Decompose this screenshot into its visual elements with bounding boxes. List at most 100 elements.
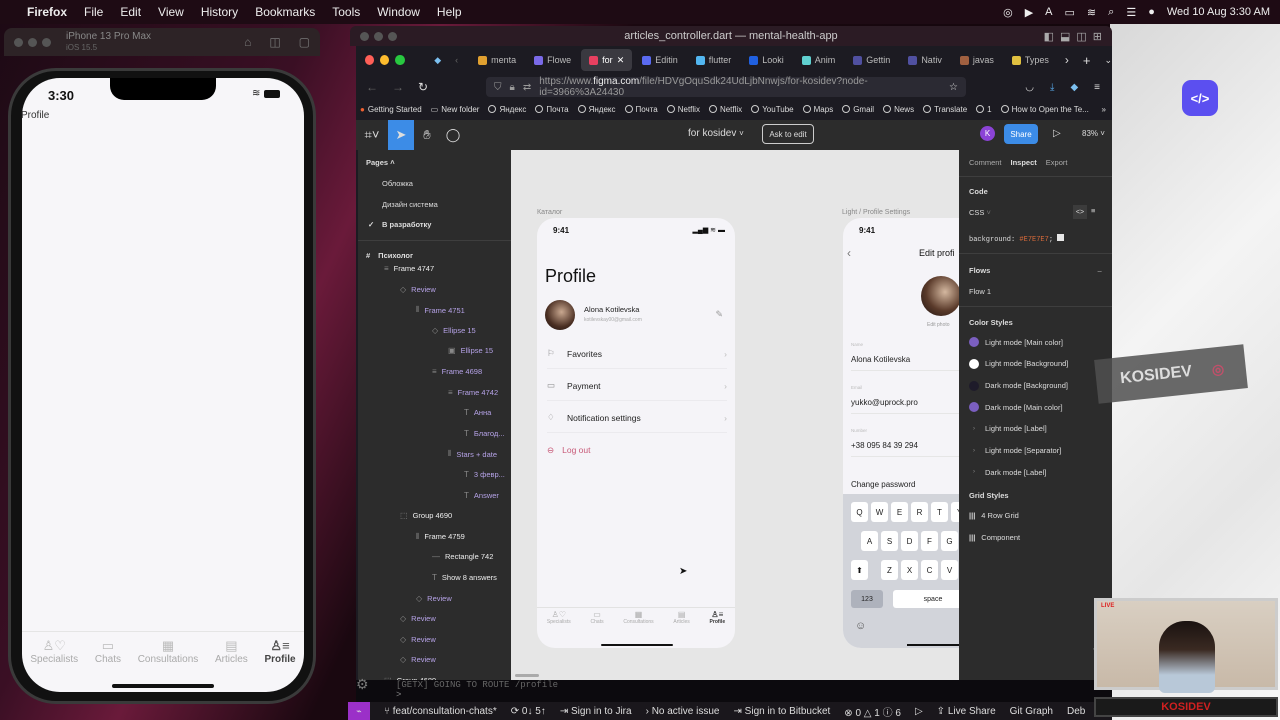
frame-label[interactable]: Каталог — [537, 209, 562, 216]
layer-item[interactable]: T Анна — [464, 408, 491, 417]
figma-canvas[interactable]: Каталог 9:41 ▂▄▆ ≋ ▬ Profile Alona Kotil… — [511, 150, 959, 680]
canvas-scrollbar[interactable] — [515, 674, 539, 677]
layer-item[interactable]: T Answer — [464, 491, 499, 500]
ff-close-button[interactable] — [365, 55, 375, 65]
page-item-current[interactable]: ✓ В разработку — [368, 220, 431, 229]
code-view-icon[interactable]: <> — [1073, 205, 1087, 219]
bookmark-star-icon[interactable]: ☆ — [949, 82, 958, 93]
layer-item[interactable]: ◇ Review — [400, 614, 436, 623]
layer-item[interactable]: T Show 8 answers — [432, 573, 497, 582]
menu-edit[interactable]: Edit — [120, 5, 141, 19]
logout-row[interactable]: ⊖ Log out — [547, 445, 591, 456]
lock-icon[interactable]: 🔒︎ — [510, 82, 515, 93]
bookmark-item[interactable]: Почта — [624, 105, 658, 114]
layer-item[interactable]: ⫴ Frame 4751 — [416, 305, 465, 315]
edit-icon[interactable]: ✎ — [715, 309, 723, 320]
layer-item[interactable]: ◇ Review — [400, 285, 436, 294]
frame-tab-item[interactable]: ▭ Chats — [591, 610, 604, 625]
keyboard-key[interactable]: R — [911, 502, 928, 522]
problems-indicator[interactable]: ⊗ 0 △ 1 ⓘ 6 — [844, 704, 901, 719]
ff-minimize-button[interactable] — [380, 55, 390, 65]
layer-item[interactable]: ◇ Review — [400, 635, 436, 644]
phone-tab-articles[interactable]: ▤ Articles — [215, 638, 248, 665]
git-graph[interactable]: Git Graph — [1010, 706, 1053, 717]
shift-key-icon[interactable]: ⬆ — [851, 560, 868, 580]
bookmark-item[interactable]: Яндекс — [577, 105, 616, 114]
list-view-icon[interactable]: ≡ — [1091, 206, 1095, 215]
url-bar[interactable]: ⛉ 🔒︎ ⇄ https://www.figma.com/file/HDVgOq… — [486, 76, 966, 98]
keyboard-key[interactable]: X — [901, 560, 918, 580]
keyboard-key[interactable]: S — [881, 531, 898, 551]
bookmark-item[interactable]: News — [883, 105, 914, 114]
frame-tab-item[interactable]: ♙♡ Specialists — [547, 610, 571, 625]
screenshot-icon[interactable]: ◫ — [269, 35, 280, 49]
zoom-button[interactable] — [42, 37, 51, 47]
pages-header[interactable]: Pages ˄ — [366, 158, 395, 167]
new-tab-button[interactable]: + — [1083, 53, 1091, 68]
layout-panel-icon[interactable]: ⬓ — [1060, 30, 1070, 43]
color-style-item[interactable]: Dark mode [Main color] — [969, 402, 1063, 413]
bookmark-item[interactable]: Gmail — [842, 105, 874, 114]
control-center-icon[interactable]: ☰ — [1126, 6, 1136, 19]
bookmark-item[interactable]: Maps — [802, 105, 833, 114]
bookmark-item[interactable]: ● Getting Started — [360, 105, 422, 114]
downloads-icon[interactable]: ⤓ — [1050, 82, 1054, 93]
remote-indicator[interactable]: ⌁ — [348, 702, 370, 720]
pocket-icon[interactable]: ◡ — [1025, 82, 1034, 93]
forward-button[interactable]: → — [392, 80, 404, 94]
pinned-extension-icon[interactable]: ◆ — [434, 55, 441, 66]
spotlight-icon[interactable]: ⌕ — [1108, 6, 1114, 19]
jira-signin[interactable]: ⇥ Sign in to Jira — [560, 706, 632, 717]
layer-item[interactable]: ≡ Frame 4742 — [448, 388, 498, 397]
layer-item[interactable]: ▣ Ellipse 15 — [448, 346, 493, 355]
profile-menu-item[interactable]: ⚐ Favorites › — [547, 348, 727, 359]
reload-button[interactable]: ↻ — [418, 80, 428, 94]
layer-item[interactable]: ◇ Review — [416, 594, 452, 603]
minimize-button[interactable] — [374, 31, 383, 41]
frame-label[interactable]: Light / Profile Settings — [842, 209, 910, 216]
ff-zoom-button[interactable] — [395, 55, 405, 65]
home-icon[interactable]: ⌂ — [244, 35, 251, 49]
close-button[interactable] — [14, 37, 23, 47]
code-language-select[interactable]: CSS ˅ — [969, 208, 991, 217]
siri-icon[interactable]: ● — [1148, 6, 1155, 18]
battery-icon[interactable]: ▭ — [1065, 6, 1075, 19]
layer-item[interactable]: T 3 февр... — [464, 470, 505, 479]
browser-tab[interactable]: Types — [1004, 49, 1057, 71]
customize-layout-icon[interactable]: ⊞ — [1093, 30, 1102, 43]
bookmarks-overflow-icon[interactable]: » — [1102, 105, 1112, 114]
phone-tab-specialists[interactable]: ♙♡ Specialists — [30, 638, 78, 665]
settings-gear-icon[interactable]: ⚙ — [356, 676, 369, 693]
figma-menu-icon[interactable]: ⌗˅ — [356, 120, 388, 150]
flow-item[interactable]: Flow 1 — [969, 287, 991, 296]
file-name[interactable]: for kosidev ˅ — [688, 128, 744, 139]
profile-frame[interactable]: 9:41 ▂▄▆ ≋ ▬ Profile Alona Kotilevska ko… — [537, 218, 735, 648]
edit-profile-frame[interactable]: 9:41 ‹ Edit profi Edit photo Name Alona K… — [843, 218, 959, 648]
zoom-button[interactable] — [388, 31, 397, 41]
browser-tab[interactable]: flutter — [688, 49, 740, 71]
field-value[interactable]: +38 095 84 39 294 — [851, 441, 918, 450]
color-style-item[interactable]: › Dark mode [Label] — [969, 468, 1046, 477]
profile-menu-item[interactable]: ▭ Payment › — [547, 380, 727, 391]
bookmark-item[interactable]: ▭ New folder — [431, 105, 480, 114]
back-button[interactable]: ← — [366, 80, 378, 94]
edit-photo-link[interactable]: Edit photo — [927, 322, 950, 328]
live-share[interactable]: ⇪ Live Share — [937, 706, 996, 717]
tab-scroll-right[interactable]: › — [1065, 53, 1069, 67]
browser-tab[interactable]: Gettin — [845, 49, 898, 71]
color-style-item[interactable]: Light mode [Main color] — [969, 337, 1063, 347]
frame-tab-item[interactable]: ♙≡ Profile — [710, 610, 726, 625]
menu-history[interactable]: History — [201, 5, 238, 19]
key-123[interactable]: 123 — [851, 590, 883, 608]
bitbucket-signin[interactable]: ⇥ Sign in to Bitbucket — [734, 706, 831, 717]
keyboard-key[interactable]: E — [891, 502, 908, 522]
emoji-icon[interactable]: ☺ — [855, 620, 866, 632]
page-item[interactable]: Дизайн система — [382, 200, 438, 209]
rotate-icon[interactable]: ▢ — [299, 35, 310, 49]
input-source-icon[interactable]: A — [1045, 6, 1052, 18]
phone-tab-profile[interactable]: ♙≡ Profile — [264, 638, 295, 665]
browser-tab[interactable]: for ✕ — [581, 49, 633, 71]
color-style-item[interactable]: Dark mode [Background] — [969, 380, 1068, 391]
menu-app-name[interactable]: Firefox — [27, 5, 67, 19]
layer-item[interactable]: ≡ Frame 4698 — [432, 367, 482, 376]
